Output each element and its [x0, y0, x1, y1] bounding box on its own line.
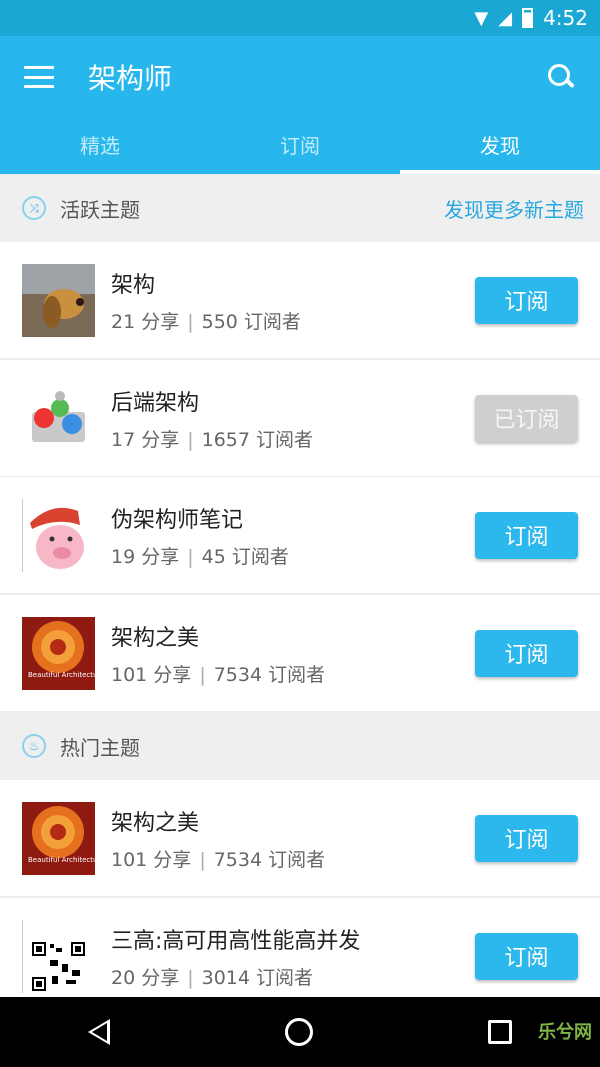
tab-featured[interactable]: 精选	[0, 118, 200, 174]
signal-icon: ◢	[498, 7, 513, 29]
status-time: 4:52	[543, 6, 588, 30]
topic-name: 三高:高可用高性能高并发	[111, 928, 361, 954]
subscriber-count: 45 订阅者	[201, 545, 289, 568]
share-count: 101 分享	[111, 848, 192, 871]
subscriber-count: 1657 订阅者	[201, 428, 314, 451]
recent-apps-icon[interactable]	[488, 1020, 513, 1044]
app-title: 架构师	[88, 62, 173, 95]
section-title: 热门主题	[60, 735, 140, 760]
discover-more-link[interactable]: 发现更多新主题	[444, 194, 584, 223]
topic-thumbnail	[22, 263, 95, 337]
topic-row[interactable]: Beautiful Architecture 架构之美 101 分享|7534 …	[0, 595, 600, 712]
topic-row[interactable]: 伪架构师笔记 19 分享 | 45 订阅者 订阅	[0, 477, 600, 594]
share-count: 19 分享	[111, 545, 180, 568]
tab-discover[interactable]: 发现	[400, 118, 600, 174]
topic-name: 架构之美	[111, 810, 200, 836]
cover-title: Beautiful Architecture	[28, 671, 95, 679]
subscribe-button[interactable]: 订阅	[475, 511, 578, 559]
cover-title: Beautiful Architecture	[28, 856, 95, 864]
back-icon[interactable]	[87, 1019, 110, 1045]
subscriber-count: 3014 订阅者	[201, 966, 314, 989]
share-count: 17 分享	[111, 428, 180, 451]
topic-name: 伪架构师笔记	[111, 507, 244, 533]
topic-thumbnail	[22, 381, 95, 455]
share-count: 101 分享	[111, 663, 192, 686]
share-count: 20 分享	[111, 966, 180, 989]
system-nav-bar	[0, 997, 600, 1067]
tab-bar: 精选 订阅 发现	[0, 118, 600, 174]
watermark: 乐兮网	[538, 1022, 592, 1043]
home-icon[interactable]	[284, 1018, 313, 1046]
tab-subscribed[interactable]: 订阅	[200, 118, 400, 174]
topic-thumbnail: Beautiful Architecture	[22, 616, 95, 690]
wifi-icon: ▼	[474, 7, 489, 29]
share-count: 21 分享	[111, 310, 180, 333]
app-bar: 架构师 精选 订阅 发现	[0, 36, 600, 174]
shuffle-icon: ⤨	[22, 196, 46, 220]
qr-code-thumbnail	[22, 919, 95, 993]
hot-topics-header: ♨ 热门主题	[0, 712, 600, 780]
flame-icon: ♨	[22, 734, 46, 758]
battery-icon	[522, 8, 534, 28]
status-bar: ▼ ◢ 4:52	[0, 0, 600, 36]
topic-row[interactable]: Beautiful Architecture 架构之美 101 分享|7534 …	[0, 780, 600, 897]
topic-name: 后端架构	[111, 390, 200, 416]
topic-thumbnail: Beautiful Architecture	[22, 801, 95, 875]
subscribed-button[interactable]: 已订阅	[475, 394, 578, 442]
topic-thumbnail	[22, 498, 95, 572]
search-icon[interactable]	[546, 62, 576, 92]
subscribe-button[interactable]: 订阅	[475, 814, 578, 862]
topic-name: 架构	[111, 272, 156, 298]
topic-name: 架构之美	[111, 625, 200, 651]
subscribe-button[interactable]: 订阅	[475, 276, 578, 324]
subscribe-button[interactable]: 订阅	[475, 932, 578, 980]
subscriber-count: 7534 订阅者	[213, 663, 326, 686]
menu-icon[interactable]	[24, 66, 54, 88]
active-topics-header: ⤨ 活跃主题 发现更多新主题	[0, 174, 600, 242]
subscriber-count: 7534 订阅者	[213, 848, 326, 871]
section-title: 活跃主题	[60, 197, 140, 222]
topic-row[interactable]: 后端架构 17 分享 | 1657 订阅者 已订阅	[0, 360, 600, 477]
topic-row[interactable]: 架构 21 分享 | 550 订阅者 订阅	[0, 242, 600, 359]
subscribe-button[interactable]: 订阅	[475, 629, 578, 677]
subscriber-count: 550 订阅者	[201, 310, 301, 333]
